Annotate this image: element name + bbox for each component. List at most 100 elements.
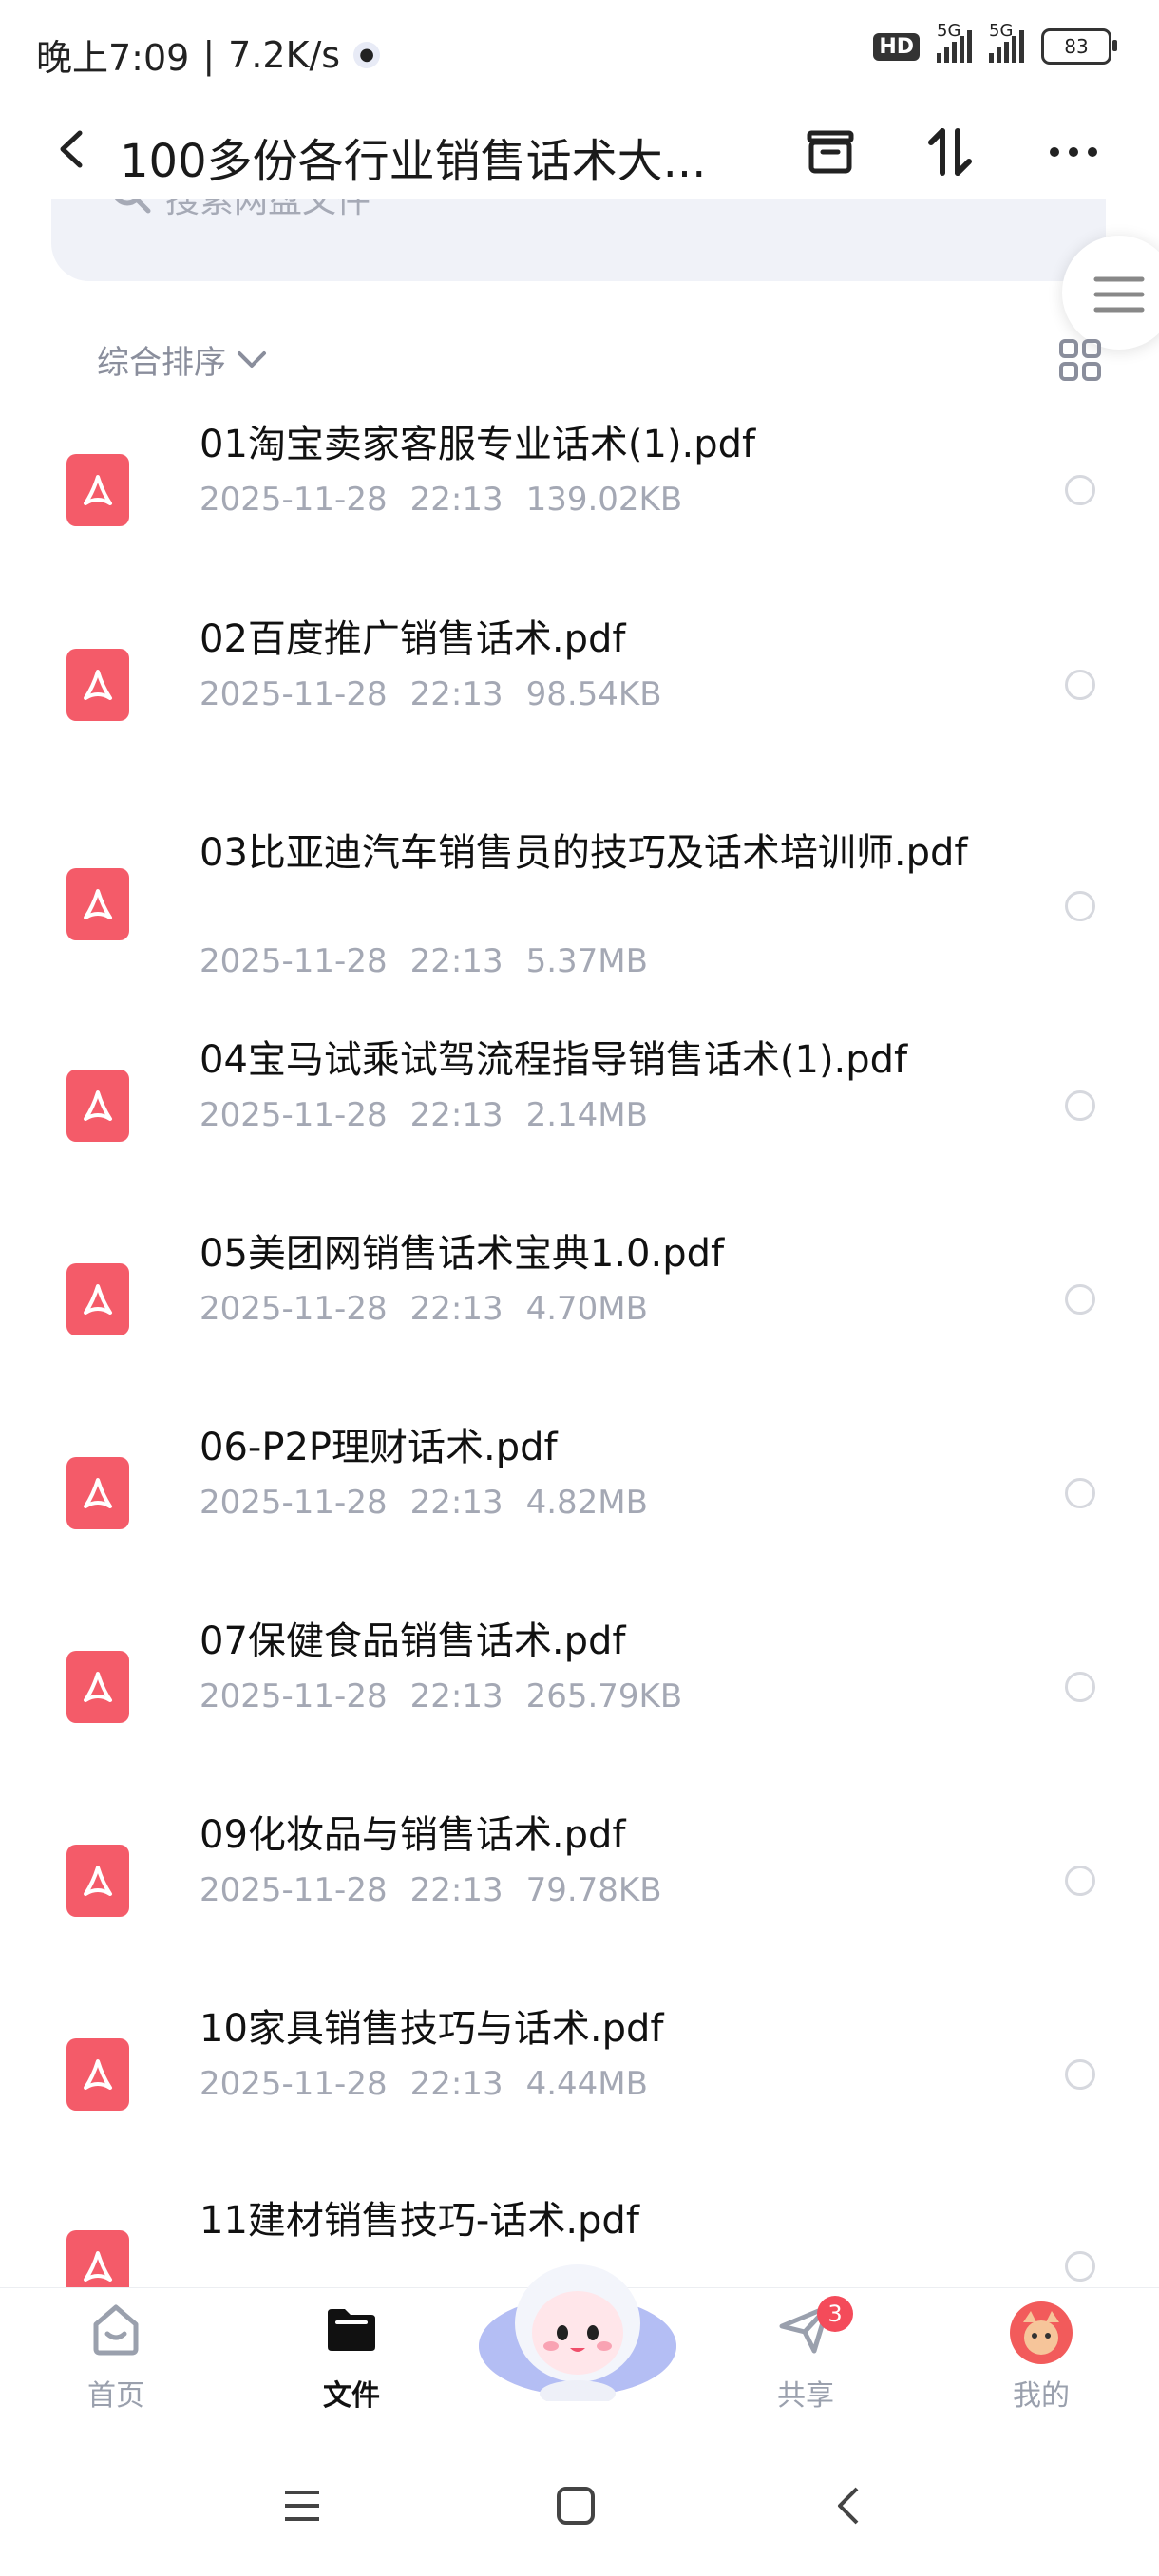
file-meta: 2025-11-28 22:13 98.54KB	[200, 675, 662, 713]
file-size: 4.44MB	[525, 2065, 648, 2103]
file-name: 06-P2P理财话术.pdf	[200, 1426, 558, 1469]
avatar	[1010, 2301, 1073, 2364]
file-name: 03比亚迪汽车销售员的技巧及话术培训师.pdf	[200, 831, 968, 875]
select-checkbox[interactable]	[1065, 2251, 1095, 2282]
battery-icon: 83	[1041, 28, 1117, 65]
search-icon	[114, 199, 151, 214]
sort-dropdown[interactable]: 综合排序	[97, 336, 268, 383]
network-type-2: 5G	[989, 21, 1014, 41]
recent-apps-icon[interactable]	[281, 2485, 323, 2530]
file-name: 02百度推广销售话术.pdf	[200, 617, 626, 661]
side-menu-handle[interactable]	[1062, 236, 1159, 350]
file-date: 2025-11-28	[200, 1677, 388, 1715]
pdf-file-icon	[66, 1263, 129, 1335]
signal-icon: 5G	[937, 21, 972, 63]
pdf-file-icon	[66, 2038, 129, 2111]
search-placeholder: 搜索网盘文件	[165, 199, 371, 220]
file-time: 22:13	[409, 675, 504, 713]
file-size: 4.70MB	[525, 1290, 648, 1328]
select-checkbox[interactable]	[1065, 891, 1095, 921]
chevron-down-icon	[238, 350, 266, 368]
nav-home[interactable]: 首页	[40, 2300, 192, 2414]
file-time: 22:13	[409, 2065, 504, 2103]
home-icon	[93, 2304, 139, 2356]
more-icon[interactable]	[1045, 123, 1102, 180]
pdf-file-icon	[66, 1651, 129, 1723]
select-checkbox[interactable]	[1065, 1866, 1095, 1896]
sort-label: 综合排序	[97, 344, 226, 382]
page-title: 100多份各行业销售话术大...	[120, 135, 707, 188]
select-checkbox[interactable]	[1065, 1478, 1095, 1508]
file-meta: 2025-11-28 22:13 139.02KB	[200, 481, 682, 519]
file-time: 22:13	[409, 481, 504, 519]
file-meta: 2025-11-28 22:13 4.44MB	[200, 2065, 648, 2103]
file-date: 2025-11-28	[200, 2065, 388, 2103]
file-date: 2025-11-28	[200, 942, 388, 980]
file-name: 09化妆品与销售话术.pdf	[200, 1813, 626, 1857]
status-bar: 晚上7:09 | 7.2K/s ● HD 5G 5G 83	[0, 0, 1159, 104]
network-type: 5G	[937, 21, 961, 41]
file-time: 22:13	[409, 1871, 504, 1909]
file-meta: 2025-11-28 22:13 5.37MB	[200, 942, 648, 980]
select-checkbox[interactable]	[1065, 1284, 1095, 1315]
pdf-file-icon	[66, 868, 129, 940]
file-meta: 2025-11-28 22:13 265.79KB	[200, 1677, 682, 1715]
nav-share[interactable]: 3 共享	[730, 2296, 882, 2414]
status-right: HD 5G 5G 83	[873, 21, 1117, 65]
select-checkbox[interactable]	[1065, 2059, 1095, 2090]
file-name: 07保健食品销售话术.pdf	[200, 1619, 626, 1663]
select-checkbox[interactable]	[1065, 670, 1095, 700]
nav-share-label: 共享	[777, 2379, 834, 2413]
home-button-icon[interactable]	[555, 2485, 597, 2530]
folder-icon	[328, 2309, 375, 2351]
grid-view-icon[interactable]	[1058, 338, 1102, 382]
file-meta: 2025-11-28 22:13 4.82MB	[200, 1484, 648, 1522]
file-time: 22:13	[409, 1677, 504, 1715]
nav-me[interactable]: 我的	[965, 2300, 1117, 2414]
pdf-file-icon	[66, 1457, 129, 1529]
file-size: 79.78KB	[525, 1871, 662, 1909]
file-meta: 2025-11-28 22:13 79.78KB	[200, 1871, 662, 1909]
file-time: 22:13	[409, 1484, 504, 1522]
pdf-file-icon	[66, 1070, 129, 1142]
select-checkbox[interactable]	[1065, 1090, 1095, 1121]
file-name: 01淘宝卖家客服专业话术(1).pdf	[200, 423, 756, 466]
menu-lines-icon	[1093, 276, 1145, 313]
back-button-icon[interactable]	[828, 2485, 870, 2530]
file-size: 4.82MB	[525, 1484, 648, 1522]
sort-arrows-icon[interactable]	[922, 123, 978, 180]
file-size: 5.37MB	[525, 942, 648, 980]
file-date: 2025-11-28	[200, 1484, 388, 1522]
nav-me-label: 我的	[1013, 2379, 1070, 2413]
back-arrow-icon[interactable]	[49, 125, 97, 173]
status-time: 晚上7:09	[36, 37, 190, 79]
system-nav	[0, 2449, 1159, 2576]
file-meta: 2025-11-28 22:13 4.70MB	[200, 1290, 648, 1328]
file-time: 22:13	[409, 942, 504, 980]
signal-icon-2: 5G	[989, 21, 1024, 63]
nav-files[interactable]: 文件	[276, 2300, 428, 2414]
file-date: 2025-11-28	[200, 1096, 388, 1134]
status-speed: 7.2K/s	[228, 33, 341, 76]
assistant-mascot-icon[interactable]	[475, 2230, 680, 2401]
status-separator: |	[202, 33, 216, 76]
pdf-file-icon	[66, 454, 129, 526]
file-name: 10家具销售技巧与话术.pdf	[200, 2007, 664, 2051]
file-meta: 2025-11-28 22:13 2.14MB	[200, 1096, 648, 1134]
file-date: 2025-11-28	[200, 1290, 388, 1328]
file-date: 2025-11-28	[200, 675, 388, 713]
search-bar[interactable]: 搜索网盘文件	[51, 199, 1106, 281]
select-checkbox[interactable]	[1065, 1672, 1095, 1702]
pdf-file-icon	[66, 649, 129, 721]
file-time: 22:13	[409, 1096, 504, 1134]
file-time: 22:13	[409, 1290, 504, 1328]
file-name: 04宝马试乘试驾流程指导销售话术(1).pdf	[200, 1038, 908, 1082]
notification-icon: ●	[353, 41, 381, 68]
select-checkbox[interactable]	[1065, 475, 1095, 505]
file-size: 139.02KB	[525, 481, 683, 519]
archive-icon[interactable]	[802, 123, 859, 180]
nav-home-label: 首页	[87, 2379, 144, 2413]
status-left: 晚上7:09 | 7.2K/s ●	[36, 28, 381, 81]
file-date: 2025-11-28	[200, 1871, 388, 1909]
file-size: 98.54KB	[525, 675, 662, 713]
